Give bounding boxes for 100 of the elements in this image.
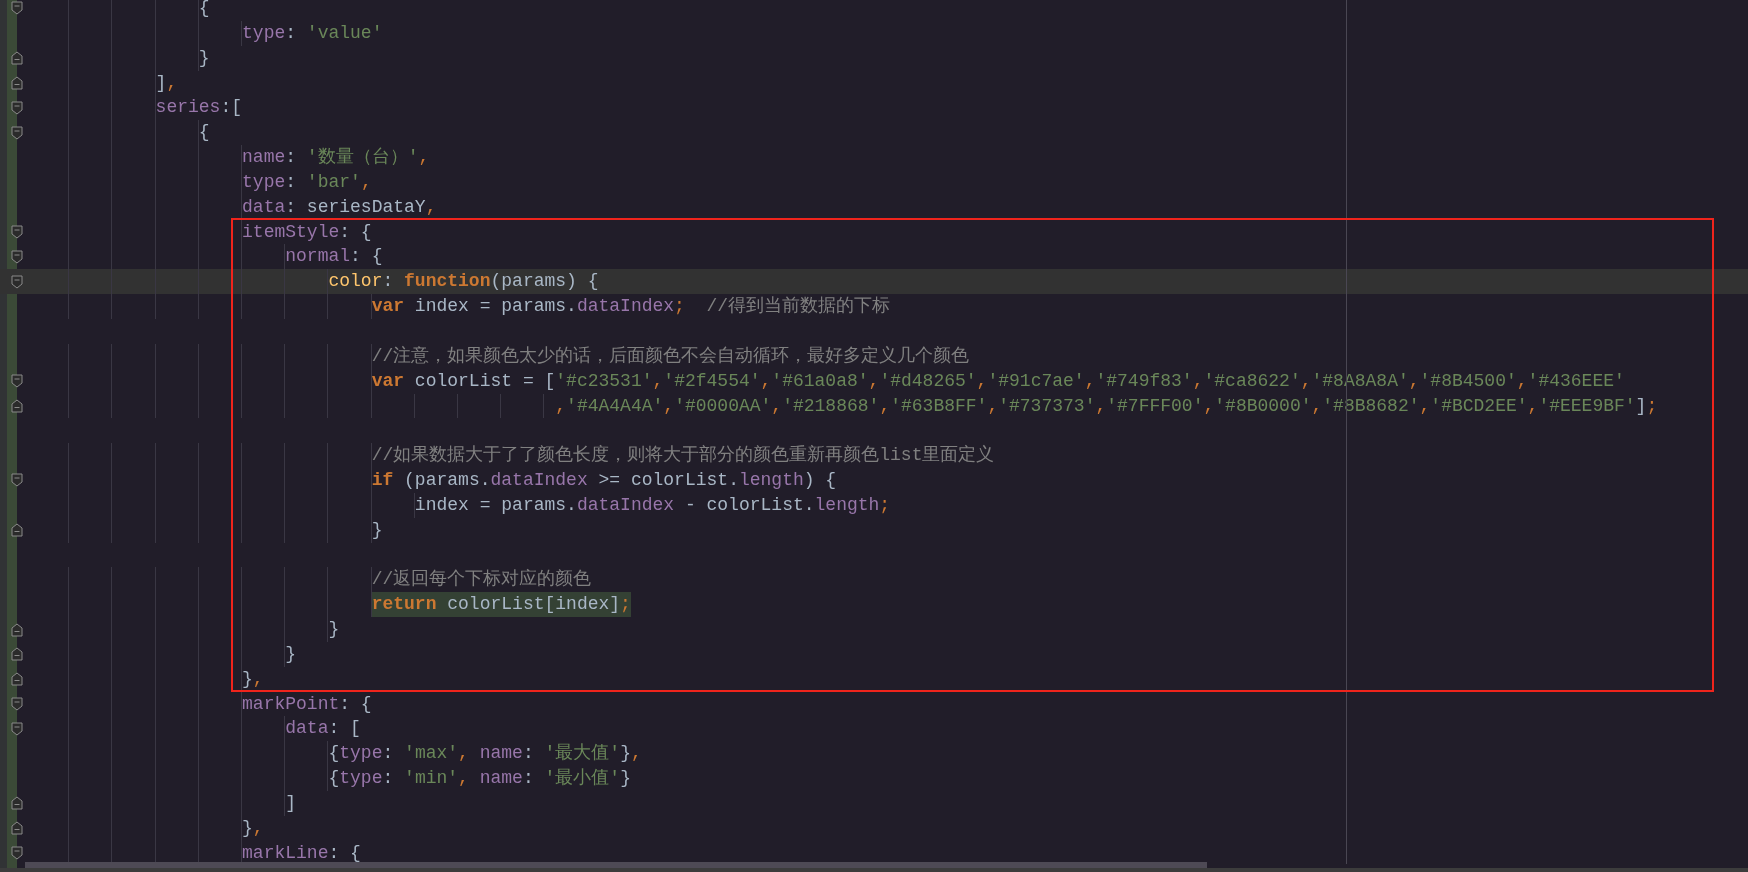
code-text: ] (155, 72, 167, 93)
horizontal-scrollbar[interactable] (25, 862, 1207, 868)
fold-end-icon[interactable] (11, 796, 23, 811)
code-text: index = params. (414, 494, 577, 515)
keyword: return (371, 594, 437, 615)
fold-icon[interactable] (11, 274, 23, 289)
code-text: :[ (220, 97, 243, 118)
property-name: normal (285, 246, 351, 267)
code-text: : { (328, 842, 361, 863)
fold-icon[interactable] (11, 473, 23, 488)
fold-icon[interactable] (11, 697, 23, 712)
code-text: ) { (803, 470, 837, 491)
punctuation: , (976, 370, 988, 391)
property-name: name (242, 147, 286, 168)
punctuation: , (1527, 395, 1539, 416)
code-text: : (285, 171, 298, 192)
punctuation: , (458, 768, 470, 789)
function-name: color (328, 271, 383, 292)
punctuation: , (760, 370, 772, 391)
property-name: type (339, 768, 383, 789)
punctuation: , (555, 395, 567, 416)
string-literal: 'value' (306, 22, 383, 43)
punctuation: , (1311, 395, 1323, 416)
fold-icon[interactable] (11, 1, 23, 16)
punctuation: , (1300, 370, 1312, 391)
code-text: >= colorList. (597, 470, 739, 491)
punctuation: ; (674, 296, 685, 317)
code-text: { (198, 0, 210, 18)
punctuation: ; (1646, 395, 1658, 416)
string-literal: '#0000AA' (674, 395, 772, 416)
fold-end-icon[interactable] (11, 622, 23, 637)
punctuation: , (652, 370, 664, 391)
fold-end-icon[interactable] (11, 821, 23, 836)
punctuation: ; (620, 594, 631, 615)
string-literal: '#4A4A4A' (566, 395, 664, 416)
string-literal: '#218868' (782, 395, 880, 416)
string-literal: '#c23531' (555, 370, 653, 391)
fold-end-icon[interactable] (11, 398, 23, 413)
fold-icon[interactable] (11, 100, 23, 115)
code-text: } (242, 668, 253, 689)
code-text: : (522, 768, 535, 789)
fold-icon[interactable] (11, 125, 23, 140)
property-name: dataIndex (490, 470, 588, 491)
string-literal: '#8B0000' (1214, 395, 1312, 416)
string-literal: '#8B4500' (1419, 370, 1517, 391)
string-literal: 'min' (404, 768, 459, 789)
punctuation: , (1095, 395, 1107, 416)
fold-end-icon[interactable] (11, 647, 23, 662)
code-text: } (371, 519, 383, 540)
punctuation: , (1203, 395, 1215, 416)
fold-end-icon[interactable] (11, 523, 23, 538)
punctuation: , (771, 395, 783, 416)
string-literal: 'bar' (306, 171, 361, 192)
fold-icon[interactable] (11, 721, 23, 736)
code-text: } (328, 619, 340, 640)
code-text: : seriesDataY (285, 196, 426, 217)
property-name: data (285, 718, 329, 739)
punctuation: , (458, 743, 470, 764)
code-text: ] (285, 793, 297, 813)
punctuation: , (868, 370, 880, 391)
punctuation: , (360, 171, 372, 192)
code-text: } (620, 743, 631, 764)
fold-icon[interactable] (11, 249, 23, 264)
punctuation: , (879, 395, 891, 416)
property-name: type (242, 171, 286, 192)
string-literal: '#BCD2EE' (1430, 395, 1528, 416)
code-comment: //注意，如果颜色太少的话，后面颜色不会自动循环，最好多定义几个颜色 (371, 345, 970, 366)
string-literal: '数量（台）' (306, 147, 419, 168)
string-literal: '#61a0a8' (771, 370, 869, 391)
keyword: function (404, 271, 491, 292)
punctuation: , (1419, 395, 1431, 416)
property-name: name (479, 768, 523, 789)
fold-icon[interactable] (11, 225, 23, 239)
code-text: } (242, 817, 253, 838)
property-name: data (242, 196, 286, 217)
code-text: : (285, 147, 298, 168)
string-literal: '#2f4554' (663, 370, 761, 391)
fold-icon[interactable] (11, 846, 23, 861)
fold-end-icon[interactable] (11, 75, 23, 90)
code-text: : { (339, 221, 372, 242)
code-text: } (620, 768, 631, 789)
punctuation: , (425, 196, 437, 217)
fold-end-icon[interactable] (11, 672, 23, 687)
property-name: dataIndex (576, 494, 675, 515)
string-literal: '#63B8FF' (890, 395, 988, 416)
fold-icon[interactable] (11, 374, 23, 389)
code-text: : (522, 743, 535, 764)
code-text: colorList[index] (446, 594, 621, 615)
property-name: markPoint (242, 693, 340, 714)
property-name: dataIndex (576, 296, 675, 317)
punctuation: , (1192, 370, 1204, 391)
string-literal: 'max' (404, 743, 459, 764)
code-comment: //返回每个下标对应的颜色 (371, 569, 592, 590)
keyword: var (371, 370, 405, 391)
punctuation: , (252, 668, 264, 689)
punctuation: ; (879, 494, 891, 515)
fold-end-icon[interactable] (11, 51, 23, 66)
punctuation: , (166, 72, 178, 93)
code-text: (params. (403, 470, 491, 491)
string-literal: '#436EEE' (1527, 370, 1625, 391)
